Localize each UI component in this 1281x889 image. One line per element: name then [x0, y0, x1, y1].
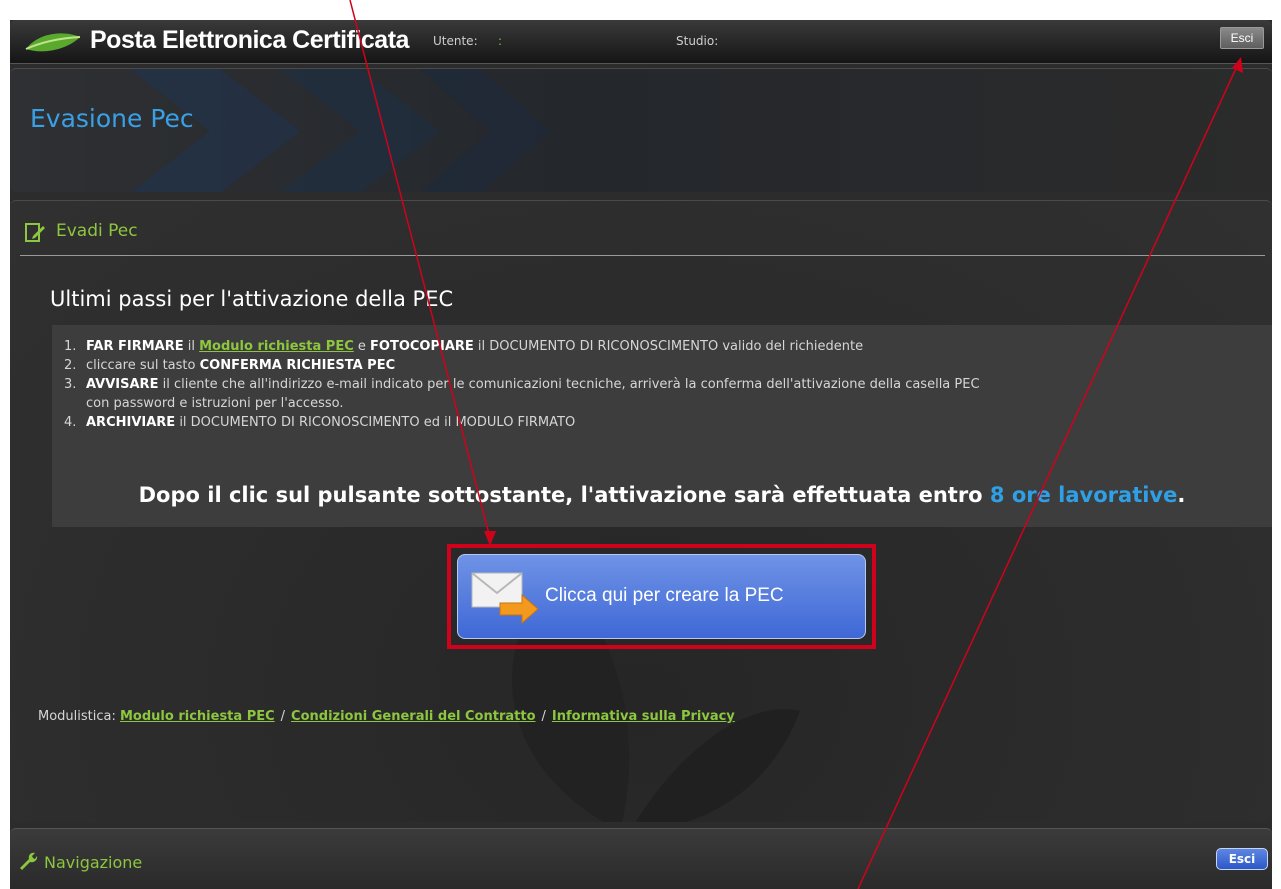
step-item: 2. cliccare sul tasto CONFERMA RICHIESTA …	[64, 356, 1264, 375]
forms-links: Modulistica: Modulo richiesta PEC / Condiz…	[38, 709, 735, 724]
step-bold: AVVISARE	[86, 377, 159, 392]
top-exit-button[interactable]: Esci	[1220, 27, 1264, 49]
step-bold: ARCHIVIARE	[86, 415, 176, 430]
notice-text: Dopo il clic sul pulsante sottostante, l…	[138, 483, 990, 507]
main-panel: Evadi Pec Ultimi passi per l'attivazione…	[10, 200, 1272, 822]
nav-title: Navigazione	[44, 853, 143, 872]
step-number: 4.	[64, 415, 77, 430]
edit-document-icon	[25, 223, 45, 242]
steps-box: 1. FAR FIRMARE il Modulo richiesta PEC e …	[52, 325, 1272, 527]
step-text: cliccare sul tasto	[86, 358, 200, 373]
step-continuation: con password e istruzioni per l'accesso.	[86, 396, 344, 411]
notice-highlight: 8 ore lavorative	[989, 483, 1178, 507]
step-bold: FAR FIRMARE	[86, 339, 184, 354]
leaf-logo-icon	[25, 33, 81, 52]
create-pec-button[interactable]: Clicca qui per creare la PEC	[457, 554, 866, 639]
user-value: :	[498, 34, 503, 48]
section-divider	[20, 255, 1265, 256]
step-item: 1. FAR FIRMARE il Modulo richiesta PEC e …	[64, 337, 1264, 356]
steps-list: 1. FAR FIRMARE il Modulo richiesta PEC e …	[64, 337, 1264, 432]
page-header: Evasione Pec	[10, 68, 1272, 192]
navigation-bar: Navigazione Esci	[10, 828, 1272, 889]
notice-end: .	[1177, 483, 1186, 507]
step-item: 3. AVVISARE il cliente che all'indirizzo …	[64, 375, 1264, 394]
step-text: il DOCUMENTO DI RICONOSCIMENTO valido de…	[473, 339, 864, 354]
forms-label: Modulistica:	[38, 709, 120, 724]
page-title: Evasione Pec	[30, 104, 194, 133]
step-text: il cliente che all'indirizzo e-mail indi…	[158, 377, 980, 392]
app-window: Posta Elettronica Certificata Utente: : …	[10, 20, 1272, 889]
step-number: 1.	[64, 339, 77, 354]
form-link[interactable]: Modulo richiesta PEC	[120, 709, 275, 724]
activation-notice: Dopo il clic sul pulsante sottostante, l…	[52, 483, 1272, 507]
nav-exit-button[interactable]: Esci	[1216, 848, 1268, 870]
step-number: 3.	[64, 377, 77, 392]
create-pec-label: Clicca qui per creare la PEC	[545, 585, 784, 606]
steps-heading: Ultimi passi per l'attivazione della PEC	[50, 287, 454, 311]
step-text: il DOCUMENTO DI RICONOSCIMENTO ed il MOD…	[175, 415, 576, 430]
step-bold: FOTOCOPIARE	[370, 339, 474, 354]
step-text: e	[353, 339, 371, 354]
section-title: Evadi Pec	[56, 221, 138, 241]
wrench-icon	[20, 852, 38, 870]
step-text: il	[183, 339, 200, 354]
highlight-frame: Clicca qui per creare la PEC	[447, 544, 876, 649]
link-separator: /	[541, 709, 546, 724]
app-brand: Posta Elettronica Certificata	[90, 26, 409, 54]
privacy-link[interactable]: Informativa sulla Privacy	[552, 709, 735, 724]
top-bar: Posta Elettronica Certificata Utente: : …	[10, 20, 1272, 64]
mail-arrow-icon	[471, 572, 539, 625]
form-link[interactable]: Modulo richiesta PEC	[199, 339, 354, 354]
step-number: 2.	[64, 358, 77, 373]
link-separator: /	[280, 709, 286, 724]
step-bold: CONFERMA RICHIESTA PEC	[199, 358, 396, 373]
user-label: Utente:	[433, 34, 478, 48]
step-item: 4. ARCHIVIARE il DOCUMENTO DI RICONOSCIME…	[64, 413, 1264, 432]
studio-label: Studio:	[676, 34, 719, 48]
contract-link[interactable]: Condizioni Generali del Contratto	[291, 709, 535, 724]
